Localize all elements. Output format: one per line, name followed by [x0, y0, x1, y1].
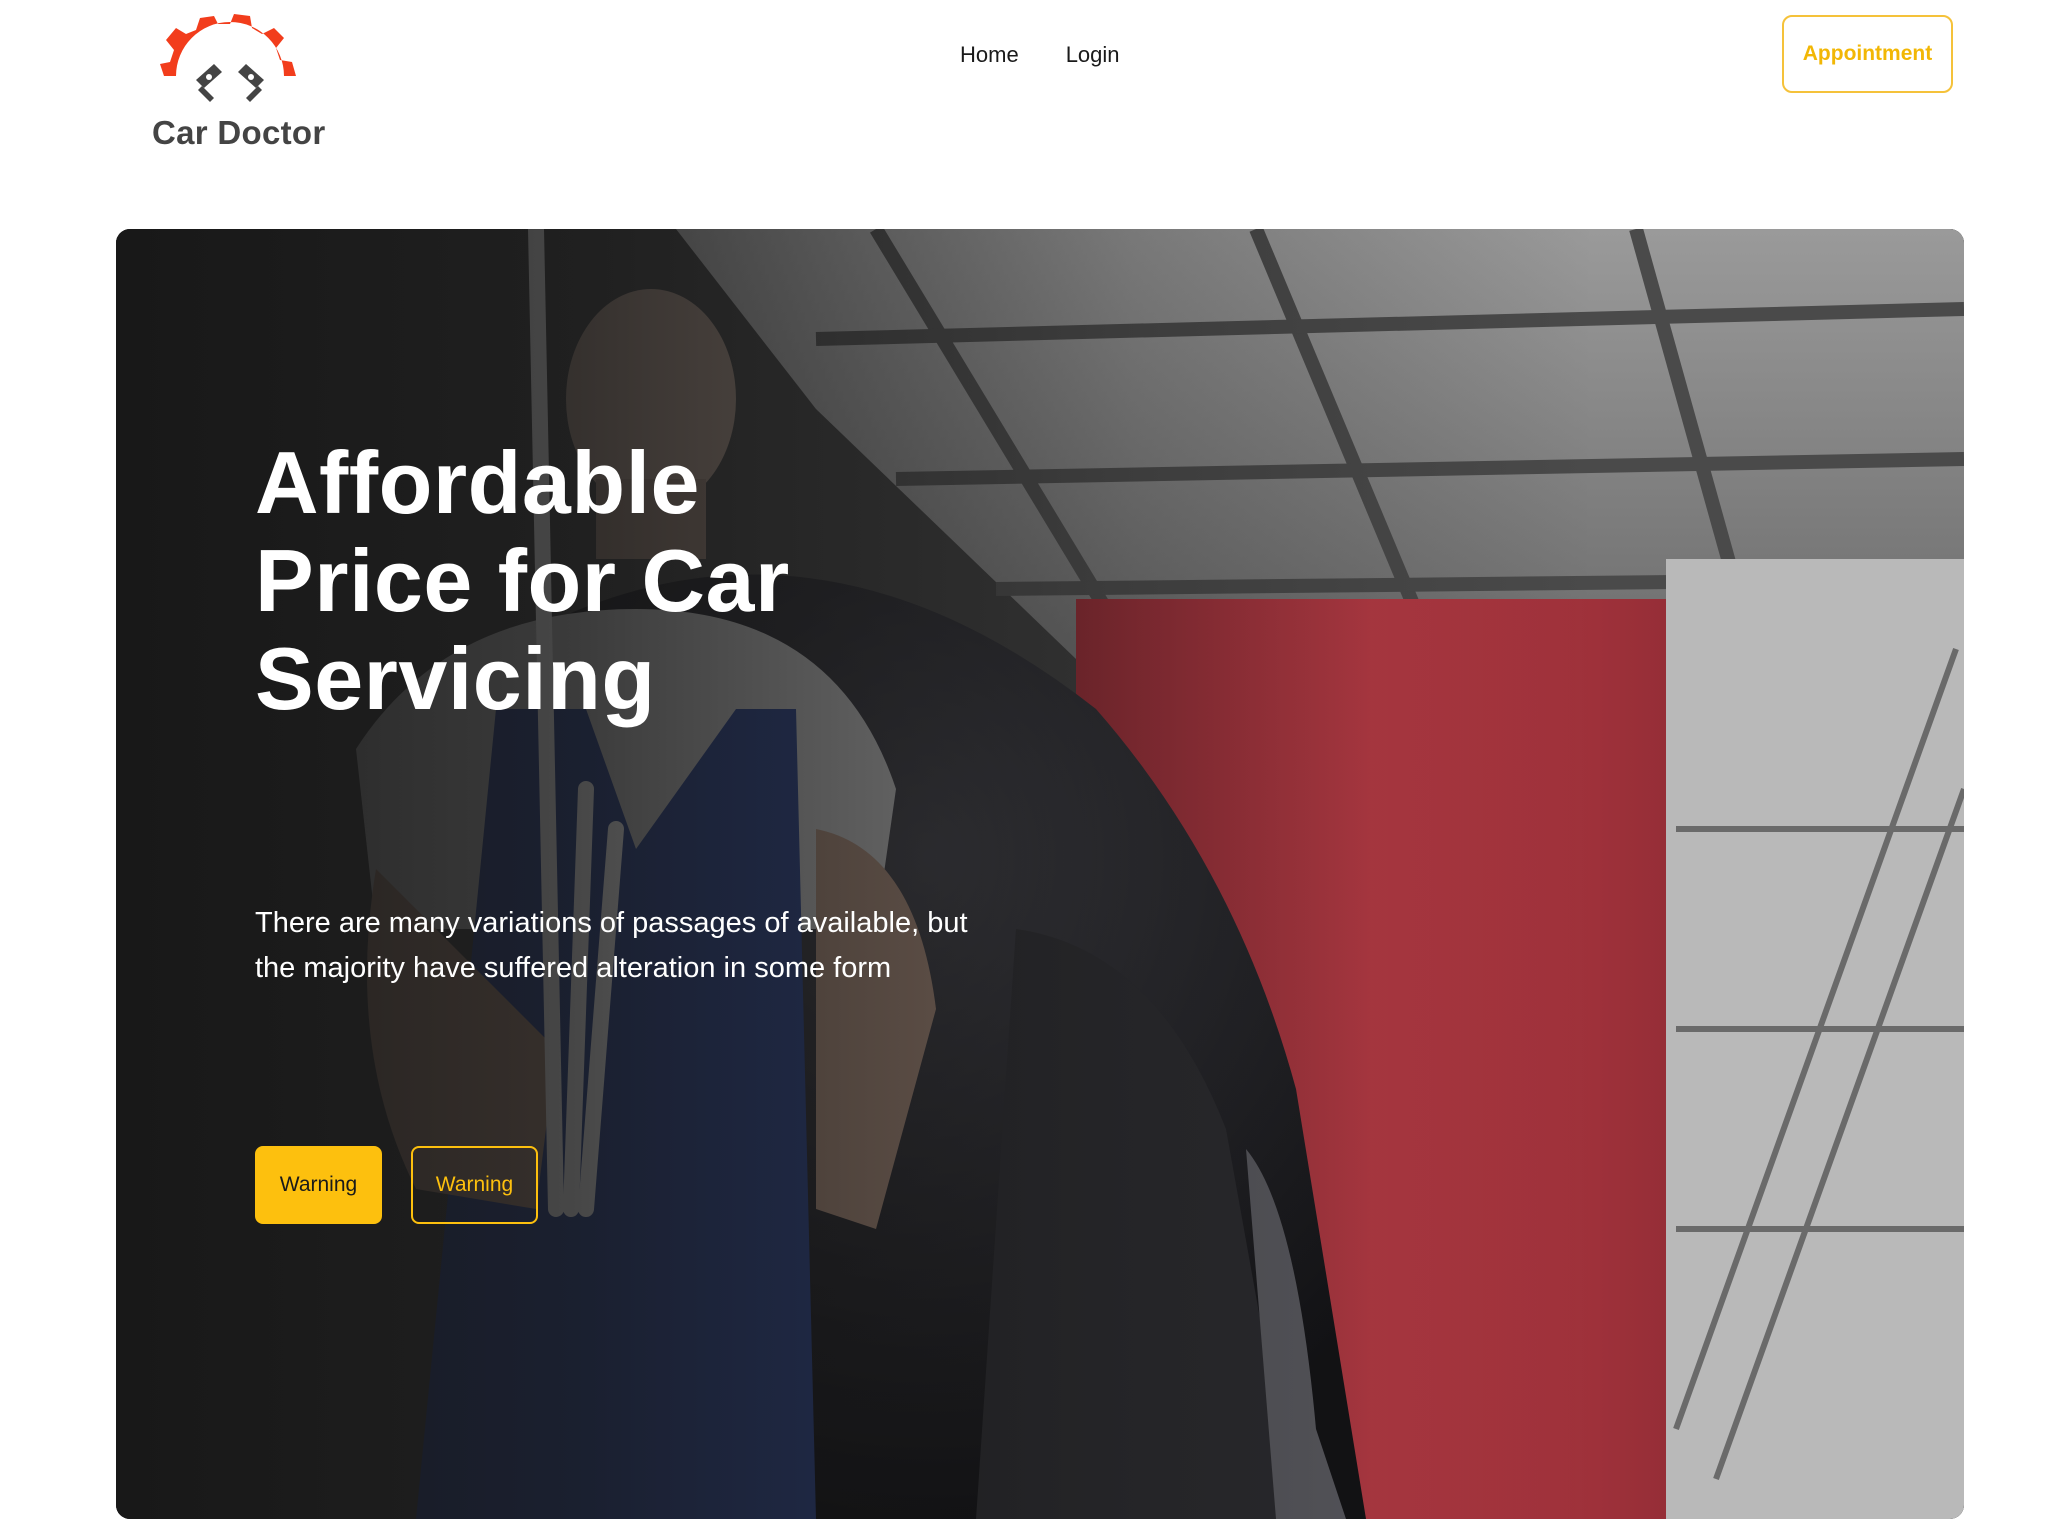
gear-pistons-icon	[160, 14, 296, 110]
hero-description: There are many variations of passages of…	[255, 907, 968, 984]
hero-buttons: Warning Warning	[255, 1146, 538, 1224]
hero-primary-button[interactable]: Warning	[255, 1146, 382, 1224]
nav-home-link[interactable]: Home	[960, 38, 1019, 72]
navbar: Car Doctor Home Login Appointment	[0, 0, 2048, 190]
hero-secondary-button[interactable]: Warning	[411, 1146, 538, 1224]
hero-banner: Affordable Price for Car Servicing There…	[116, 229, 1964, 1519]
hero-content: Affordable Price for Car Servicing There…	[255, 433, 1055, 1224]
hero-title: Affordable Price for Car Servicing	[255, 433, 790, 728]
main-nav: Home Login	[960, 38, 1120, 72]
nav-login-link[interactable]: Login	[1066, 38, 1120, 72]
appointment-button[interactable]: Appointment	[1782, 15, 1953, 93]
brand-logo[interactable]: Car Doctor	[152, 14, 326, 164]
brand-name: Car Doctor	[152, 114, 326, 151]
hero-dark-overlay	[116, 229, 1964, 1519]
